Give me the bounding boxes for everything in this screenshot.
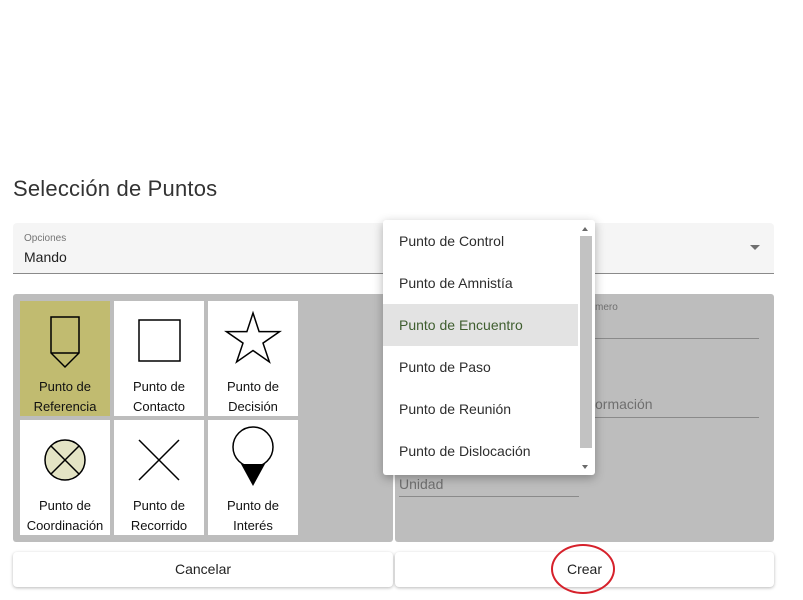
- number-field[interactable]: mero: [595, 299, 759, 339]
- unit-field-label: Unidad: [399, 476, 444, 492]
- scroll-down-icon[interactable]: [582, 465, 588, 469]
- tile-label: Punto de Interés: [226, 498, 280, 533]
- information-field[interactable]: ormación: [595, 390, 759, 418]
- options-select-value: Mando: [24, 249, 67, 265]
- dropdown-item-meeting[interactable]: Punto de Encuentro: [383, 304, 578, 346]
- dialog-title: Selección de Puntos: [13, 176, 218, 201]
- cancel-button[interactable]: Cancelar: [13, 552, 393, 587]
- tile-contact-point[interactable]: Punto de Contacto: [114, 301, 204, 416]
- information-field-label: ormación: [595, 396, 653, 412]
- decision-point-icon: [224, 310, 282, 364]
- tile-label: Punto de Referencia: [33, 379, 97, 414]
- dropdown-scrollbar[interactable]: [578, 220, 594, 475]
- dropdown-item-assembly[interactable]: Punto de Reunión: [383, 388, 578, 430]
- dropdown-item-dislocation[interactable]: Punto de Dislocación: [383, 430, 578, 472]
- tile-decision-point[interactable]: Punto de Decisión: [208, 301, 298, 416]
- number-field-label: mero: [595, 302, 618, 313]
- reference-point-icon: [50, 316, 80, 369]
- dropdown-item-pass[interactable]: Punto de Paso: [383, 346, 578, 388]
- scrollbar-thumb[interactable]: [580, 236, 592, 448]
- coordination-point-icon: [44, 439, 86, 481]
- point-type-grid: Punto de Referencia Punto de Contacto Punt…: [13, 294, 393, 542]
- tile-label: Punto de Recorrido: [130, 498, 188, 533]
- tile-label: Punto de Decisión: [226, 379, 280, 414]
- tile-route-point[interactable]: Punto de Recorrido: [114, 420, 204, 535]
- dropdown-arrow-icon[interactable]: [750, 245, 760, 250]
- tile-coordination-point[interactable]: Punto de Coordinación: [20, 420, 110, 535]
- tile-label: Punto de Coordinación: [26, 498, 104, 533]
- contact-point-icon: [138, 319, 181, 362]
- interest-point-icon: [232, 426, 274, 486]
- tile-label: Punto de Contacto: [132, 379, 186, 414]
- unit-field[interactable]: Unidad: [399, 472, 579, 497]
- route-point-icon: [138, 439, 180, 481]
- dropdown-item-control[interactable]: Punto de Control: [383, 220, 578, 262]
- create-button[interactable]: Crear: [395, 552, 774, 587]
- dropdown-item-amnesty[interactable]: Punto de Amnistía: [383, 262, 578, 304]
- tile-interest-point[interactable]: Punto de Interés: [208, 420, 298, 535]
- options-select-label: Opciones: [24, 233, 67, 244]
- point-type-dropdown[interactable]: Punto de Control Punto de Amnistía Punto…: [383, 220, 595, 475]
- scroll-up-icon[interactable]: [582, 227, 588, 231]
- tile-reference-point[interactable]: Punto de Referencia: [20, 301, 110, 416]
